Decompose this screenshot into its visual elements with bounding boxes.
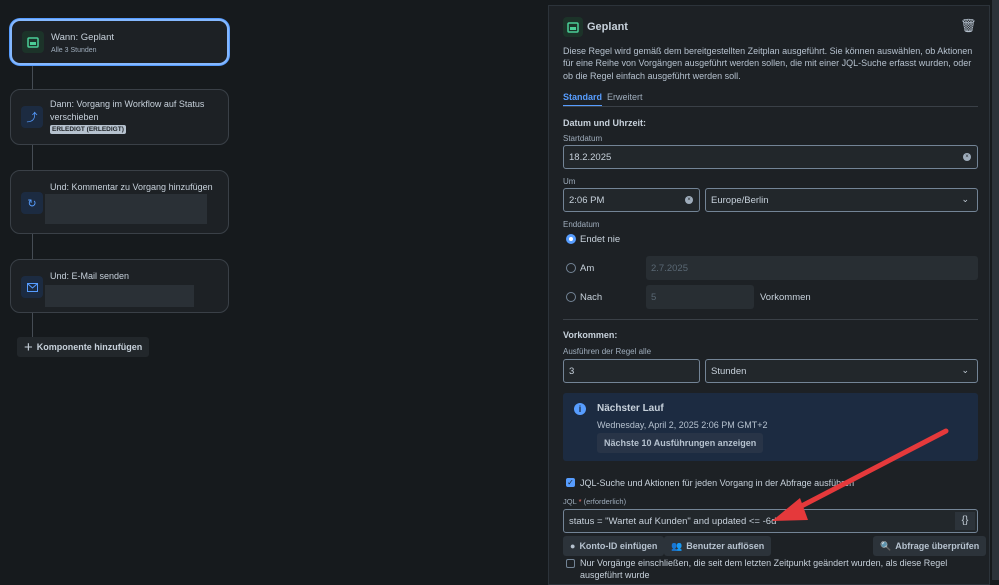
red-arrow-annotation [0, 0, 999, 580]
